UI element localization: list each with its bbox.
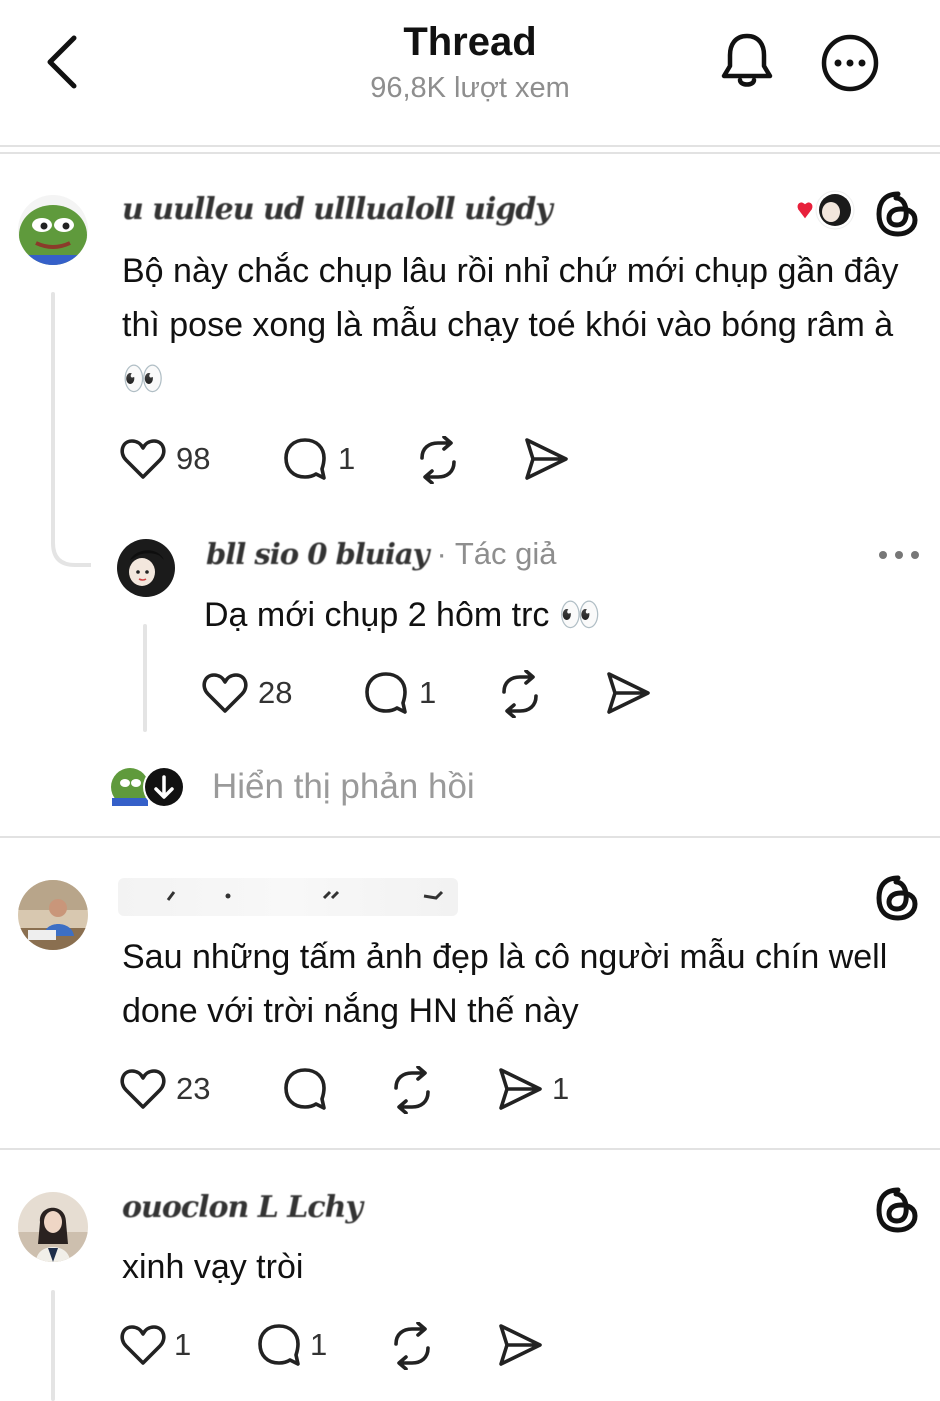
share-button[interactable]	[522, 436, 570, 482]
share-count: 1	[552, 1071, 570, 1106]
thread-line	[51, 292, 55, 532]
comment-divider	[0, 1148, 940, 1150]
show-replies-label: Hiển thị phản hồi	[212, 767, 475, 806]
blurred-name-marks	[166, 890, 444, 901]
like-count: 1	[174, 1327, 192, 1362]
more-icon-button[interactable]	[874, 540, 924, 570]
liked-by-icon	[795, 190, 855, 230]
send-icon	[499, 1324, 542, 1366]
repost-button[interactable]	[388, 1066, 436, 1114]
comment-text: Dạ mới chụp 2 hôm trc 👀	[204, 596, 602, 634]
reply-button[interactable]: 1	[256, 1320, 336, 1370]
comment-divider	[0, 836, 940, 838]
bell-icon	[721, 33, 773, 87]
comment-bubble-icon	[365, 672, 407, 714]
woman-avatar-icon	[18, 1192, 88, 1262]
like-button[interactable]: 98	[120, 434, 230, 484]
like-count: 23	[176, 1071, 211, 1106]
send-icon	[525, 438, 568, 480]
repost-button[interactable]	[496, 670, 544, 718]
notification-button[interactable]	[718, 30, 776, 92]
threads-logo-button[interactable]	[874, 1186, 922, 1234]
show-replies-button[interactable]: Hiển thị phản hồi	[108, 762, 528, 812]
heart-icon	[120, 439, 166, 479]
reply-count: 1	[419, 675, 437, 710]
comment-text: Sau những tấm ảnh đẹp là cô người mẫu ch…	[122, 938, 888, 1030]
reply-button[interactable]	[282, 1066, 330, 1114]
reply-connector	[51, 525, 91, 567]
repost-icon	[502, 670, 538, 718]
comment-text: xinh vạy tròi	[122, 1248, 304, 1286]
author-name[interactable]: u uulleu ud ulllualoll uigdy	[122, 192, 553, 227]
comment-bubble-icon	[284, 438, 326, 480]
threads-logo-icon	[876, 1187, 918, 1233]
heart-icon	[120, 1325, 166, 1365]
threads-logo-button[interactable]	[874, 874, 922, 922]
repost-icon	[394, 1066, 430, 1114]
avatar[interactable]	[18, 880, 88, 950]
header-divider-2	[0, 152, 940, 154]
reply-button[interactable]: 1	[363, 668, 443, 718]
page-title: Thread	[403, 20, 537, 64]
reply-avatars-icon	[111, 766, 185, 808]
thread-line	[51, 1290, 55, 1401]
header-divider	[0, 145, 940, 147]
avatar[interactable]	[116, 538, 176, 598]
frog-avatar-icon	[18, 195, 88, 265]
reply-count: 1	[310, 1327, 328, 1362]
more-circle-icon	[821, 34, 879, 92]
repost-icon	[394, 1322, 430, 1370]
like-button[interactable]: 1	[120, 1320, 210, 1370]
avatar[interactable]	[18, 195, 88, 265]
threads-logo-icon	[876, 191, 918, 237]
author-name[interactable]: ouoclon L Lchy	[122, 1190, 363, 1225]
share-button[interactable]	[496, 1322, 544, 1368]
heart-icon	[120, 1069, 166, 1109]
ellipsis-icon	[879, 551, 919, 559]
girl-avatar-icon	[116, 538, 176, 598]
repost-button[interactable]	[388, 1322, 436, 1370]
author-name-obscured[interactable]	[118, 878, 458, 916]
like-button[interactable]: 28	[202, 668, 312, 718]
repost-button[interactable]	[414, 436, 462, 484]
share-button[interactable]	[604, 670, 652, 716]
send-icon	[607, 672, 650, 714]
like-count: 98	[176, 441, 211, 476]
repost-icon	[420, 436, 456, 484]
man-avatar-icon	[18, 880, 88, 950]
avatar[interactable]	[18, 1192, 88, 1262]
reply-button[interactable]: 1	[282, 434, 362, 484]
view-count: 96,8K lượt xem	[370, 72, 570, 104]
like-count: 28	[258, 675, 293, 710]
share-button[interactable]: 1	[496, 1064, 586, 1114]
reply-count: 1	[338, 441, 356, 476]
liked-by-avatars[interactable]	[795, 190, 857, 234]
reply-header: bll sio 0 bluiay · Tác giả	[206, 536, 557, 572]
more-options-button[interactable]	[820, 33, 880, 93]
author-badge: · Tác giả	[436, 536, 557, 571]
comment-bubble-icon	[284, 1068, 326, 1110]
threads-logo-icon	[876, 875, 918, 921]
like-button[interactable]: 23	[120, 1064, 230, 1114]
send-icon	[499, 1068, 542, 1110]
author-name[interactable]: bll sio 0 bluiay	[206, 537, 429, 571]
thread-line	[143, 624, 147, 732]
comment-text: Bộ này chắc chụp lâu rồi nhỉ chứ mới chụ…	[122, 252, 899, 398]
heart-icon	[202, 673, 248, 713]
comment-bubble-icon	[258, 1324, 300, 1366]
threads-logo-button[interactable]	[874, 190, 922, 238]
